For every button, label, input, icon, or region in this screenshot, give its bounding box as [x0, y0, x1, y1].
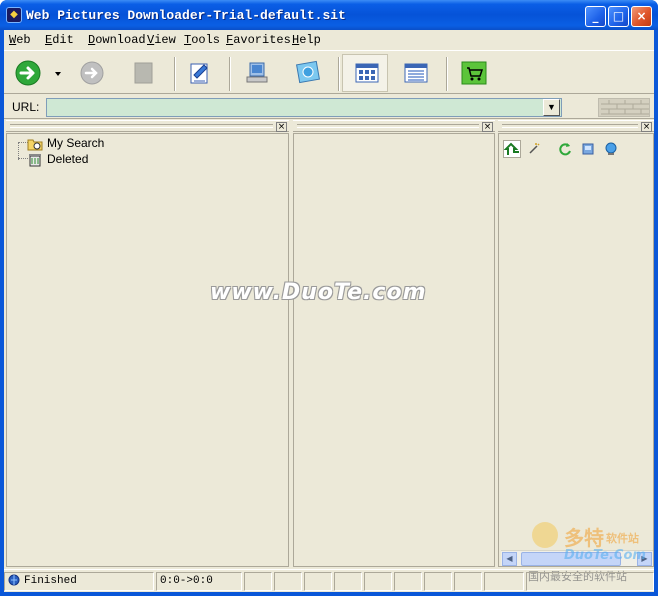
globe-status-icon: [8, 574, 20, 586]
status-cell-empty: [454, 572, 482, 591]
shopping-cart-button[interactable]: [460, 59, 488, 87]
main-toolbar: [4, 50, 654, 94]
client-area: Web Edit Download View Tools Favorites H…: [4, 30, 654, 592]
url-input[interactable]: [46, 98, 562, 117]
status-cell-empty: [334, 572, 362, 591]
url-dropdown-button[interactable]: ▼: [543, 99, 560, 116]
status-cell-empty: [244, 572, 272, 591]
thumbnail-view-button[interactable]: [353, 59, 381, 87]
right-pane-close-button[interactable]: ×: [641, 122, 652, 132]
toolbar-separator: [229, 57, 231, 91]
list-view-icon: [404, 63, 428, 83]
up-arrow-icon: [503, 142, 519, 155]
computer-button[interactable]: [244, 59, 272, 87]
status-counter: 0:0->0:0: [156, 572, 242, 591]
network-button[interactable]: [579, 140, 597, 158]
menu-edit[interactable]: Edit: [45, 33, 74, 47]
tree-pane-close-button[interactable]: ×: [276, 122, 287, 132]
menu-view[interactable]: View: [147, 33, 176, 47]
logo-brand-suffix: 软件站: [606, 532, 639, 545]
tree-pane: × My Search Deleted: [6, 120, 289, 567]
close-button[interactable]: ×: [631, 6, 652, 27]
refresh-icon: [559, 143, 571, 156]
tree-pane-header: ×: [6, 120, 289, 132]
watermark-text: www.DuoTe.com: [210, 280, 427, 305]
close-icon: ×: [642, 122, 651, 132]
title-bar[interactable]: ◆ Web Pictures Downloader-Trial-default.…: [0, 0, 658, 30]
forward-icon: [80, 61, 104, 85]
logo-site: DuoTe.Com: [564, 548, 646, 563]
stop-icon: [134, 62, 153, 84]
right-pane-body[interactable]: [498, 133, 654, 567]
refresh-button[interactable]: [556, 140, 574, 158]
stop-button[interactable]: [130, 59, 158, 87]
edit-icon: [190, 63, 208, 84]
mascot-icon: [532, 522, 558, 548]
computer-icon: [246, 62, 268, 83]
list-view-button[interactable]: [402, 59, 430, 87]
menu-favorites[interactable]: Favorites: [226, 33, 291, 47]
status-cell-empty: [424, 572, 452, 591]
app-icon: ◆: [6, 7, 22, 23]
browser-button[interactable]: [294, 59, 322, 87]
chevron-left-icon: ◀: [506, 554, 513, 563]
menu-tools[interactable]: Tools: [184, 33, 220, 47]
status-cell-empty: [364, 572, 392, 591]
middle-pane-close-button[interactable]: ×: [482, 122, 493, 132]
globe-icon: [605, 142, 617, 155]
status-text-cell: Finished: [4, 572, 154, 591]
wand-button[interactable]: [525, 140, 543, 158]
tree-view[interactable]: My Search Deleted: [6, 133, 289, 567]
status-cell-empty: [274, 572, 302, 591]
menu-bar: Web Edit Download View Tools Favorites H…: [4, 30, 654, 50]
middle-pane-header: ×: [293, 120, 495, 132]
toolbar-separator: [446, 57, 448, 91]
window-title: Web Pictures Downloader-Trial-default.si…: [26, 8, 346, 23]
url-label: URL:: [12, 100, 40, 114]
status-cell-empty: [394, 572, 422, 591]
go-dropdown-button[interactable]: [52, 59, 64, 87]
dropdown-arrow-icon: [55, 72, 61, 76]
toolbar-separator: [338, 57, 340, 91]
logo-brand: 多特: [564, 526, 604, 550]
close-icon: ×: [277, 122, 286, 132]
go-button[interactable]: [14, 59, 42, 87]
edit-button[interactable]: [186, 59, 214, 87]
right-pane-header: ×: [498, 120, 654, 132]
browser-icon: [296, 60, 320, 84]
status-cell-empty: [526, 572, 654, 591]
forward-button[interactable]: [78, 59, 106, 87]
wand-icon: [529, 143, 540, 154]
up-folder-button[interactable]: [503, 140, 521, 158]
thumbnail-view-icon: [355, 63, 379, 83]
tree-item-deleted[interactable]: Deleted: [27, 151, 88, 167]
app-window: ◆ Web Pictures Downloader-Trial-default.…: [0, 0, 658, 596]
middle-pane: ×: [293, 120, 495, 567]
right-pane: ×: [498, 120, 654, 567]
url-bar: URL: ▼: [4, 95, 654, 119]
status-cell-empty: [304, 572, 332, 591]
maximize-button[interactable]: □: [608, 6, 629, 27]
status-bar: Finished 0:0->0:0: [4, 569, 654, 592]
tree-item-my-search[interactable]: My Search: [27, 135, 104, 151]
url-go-button[interactable]: [598, 98, 650, 117]
recycle-bin-icon: [29, 153, 41, 167]
status-cell-empty: [484, 572, 524, 591]
close-icon: ×: [483, 122, 492, 132]
network-icon: [582, 143, 594, 155]
menu-web[interactable]: Web: [9, 33, 31, 47]
middle-pane-body[interactable]: [293, 133, 495, 567]
toolbar-separator: [174, 57, 176, 91]
chevron-down-icon: ▼: [547, 102, 556, 112]
shopping-cart-icon: [461, 61, 487, 85]
menu-download[interactable]: Download: [88, 33, 146, 47]
scroll-left-button[interactable]: ◀: [502, 552, 517, 566]
folder-search-icon: [27, 139, 43, 151]
go-icon: [15, 60, 41, 86]
menu-help[interactable]: Help: [292, 33, 321, 47]
minimize-button[interactable]: _: [585, 6, 606, 27]
globe-button[interactable]: [602, 140, 620, 158]
brick-icon: [601, 100, 649, 115]
